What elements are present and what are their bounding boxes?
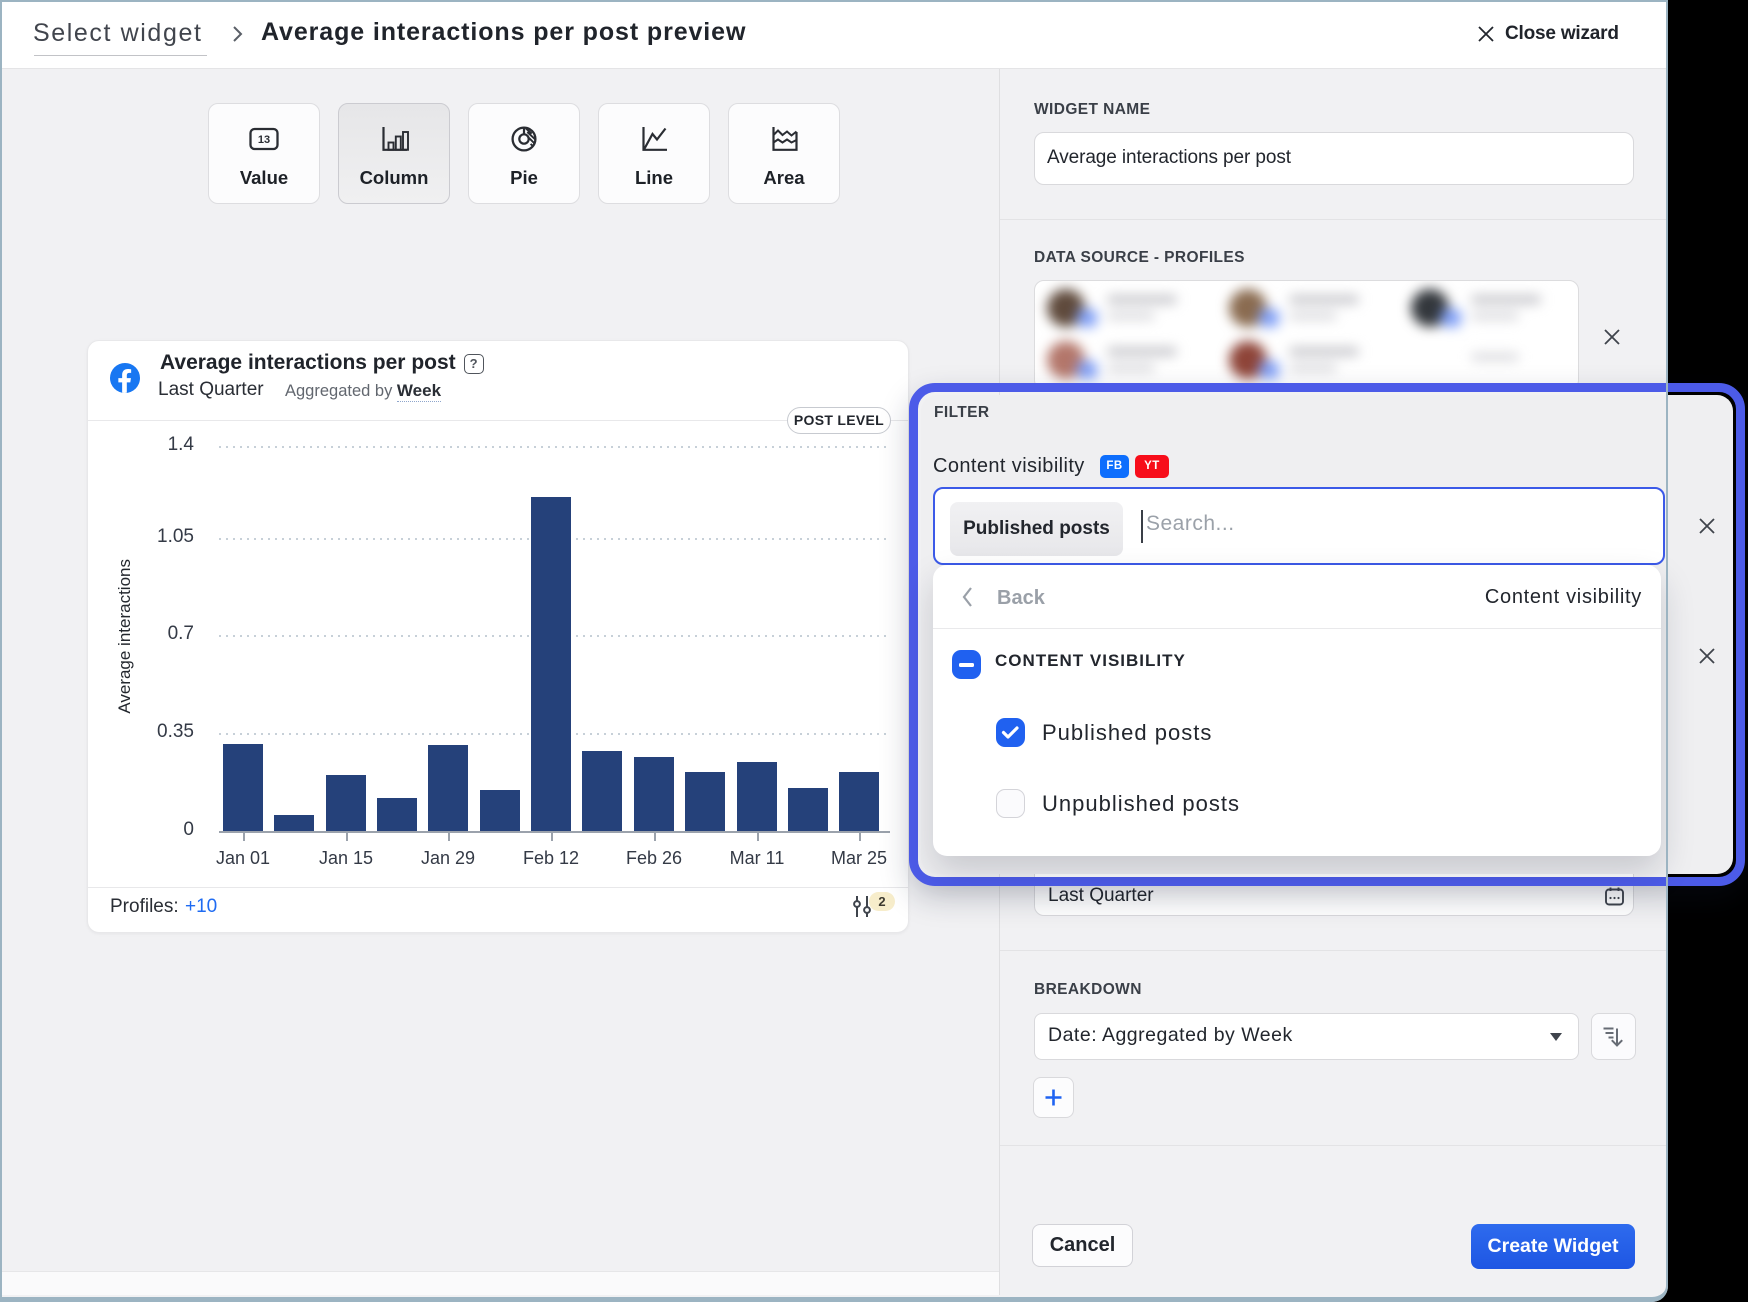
svg-text:13: 13 — [258, 134, 270, 146]
